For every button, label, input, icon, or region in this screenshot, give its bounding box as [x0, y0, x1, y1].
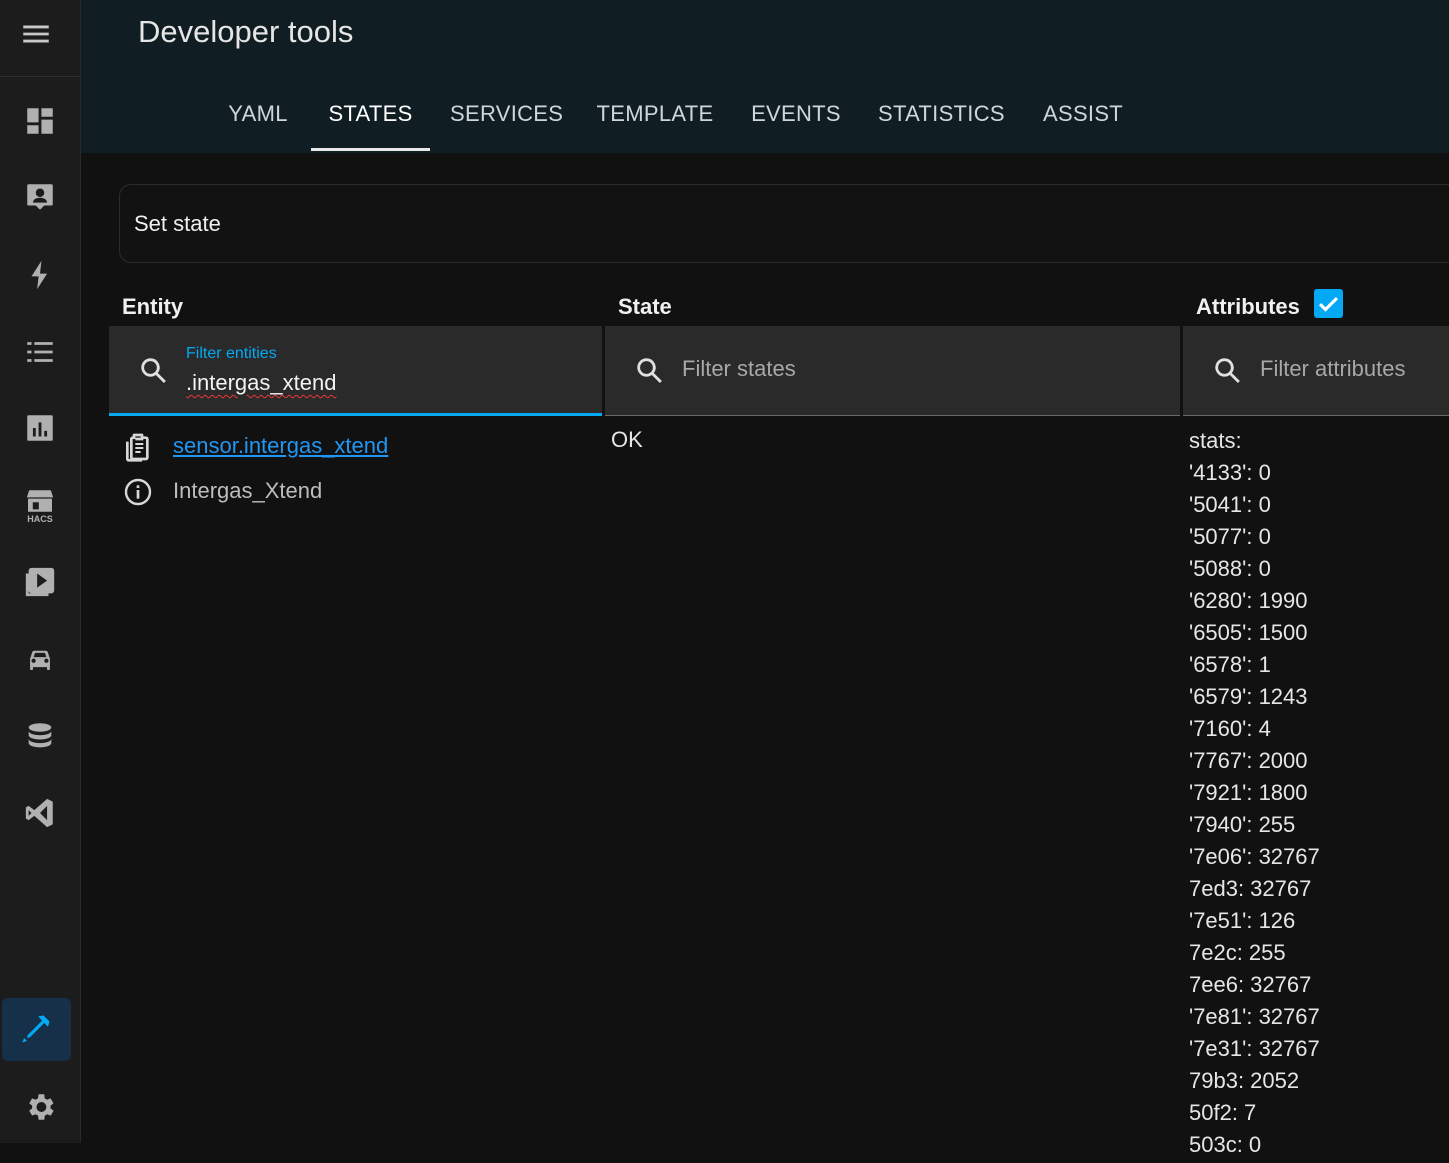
attribute-line: 7ed3: 32767 [1189, 876, 1312, 901]
attribute-line: '5077': 0 [1189, 524, 1271, 549]
sidebar-item-energy[interactable] [0, 243, 80, 307]
sidebar-item-history[interactable] [0, 396, 80, 460]
tab-yaml[interactable]: YAML [226, 96, 290, 153]
gear-icon [29, 1094, 54, 1120]
attribute-line: stats: [1189, 428, 1242, 453]
sidebar-item-settings[interactable] [0, 1075, 80, 1139]
hacs-icon [26, 489, 54, 512]
check-icon [1318, 296, 1339, 312]
logbook-icon [27, 342, 53, 362]
filter-entities-label: Filter entities [186, 345, 277, 362]
menu-icon [23, 25, 49, 43]
entity-friendly-name: Intergas_Xtend [173, 478, 323, 503]
column-header-attributes: Attributes [1196, 294, 1300, 319]
attribute-line: '5088': 0 [1189, 556, 1271, 581]
tab-events[interactable]: EVENTS [751, 96, 841, 153]
vscode-icon [25, 798, 53, 828]
car-icon [30, 650, 50, 670]
developer-tools-icon [22, 1015, 50, 1043]
filter-entities-field[interactable]: Filter entities .intergas_xtend [109, 326, 602, 416]
sidebar-item-overview[interactable] [0, 89, 80, 153]
attribute-line: '6505': 1500 [1189, 620, 1308, 645]
sidebar: HACS [0, 0, 81, 1143]
attribute-line: '5041': 0 [1189, 492, 1271, 517]
dashboard-icon [27, 108, 53, 134]
app-header: Developer tools YAML STATES SERVICES TEM… [81, 0, 1449, 153]
search-icon [637, 358, 662, 384]
attribute-line: '4133': 0 [1189, 460, 1271, 485]
sidebar-item-hacs[interactable]: HACS [0, 474, 80, 538]
filter-attributes-input[interactable]: Filter attributes [1260, 356, 1406, 382]
attribute-line: 7ee6: 32767 [1189, 972, 1312, 997]
column-header-state: State [618, 294, 672, 319]
attribute-line: '7e06': 32767 [1189, 844, 1320, 869]
set-state-card[interactable]: Set state [119, 184, 1449, 263]
entity-state-value: OK [611, 427, 643, 452]
info-icon[interactable] [122, 476, 154, 508]
sidebar-item-logbook[interactable] [0, 320, 80, 384]
attribute-line: '7940': 255 [1189, 812, 1296, 837]
entity-id-link[interactable]: sensor.intergas_xtend [173, 433, 388, 459]
filter-states-input[interactable]: Filter states [682, 356, 796, 382]
entity-attributes: stats: '4133': 0 '5041': 0 '5077': 0 '5088':… [1189, 427, 1449, 1163]
attribute-line: 7e2c: 255 [1189, 940, 1286, 965]
sidebar-item-database[interactable] [0, 704, 80, 768]
search-icon [141, 358, 166, 384]
search-icon [1215, 358, 1240, 384]
attribute-line: '6579': 1243 [1189, 684, 1308, 709]
attributes-checkbox[interactable] [1314, 289, 1343, 318]
page-title: Developer tools [138, 14, 354, 49]
sidebar-item-developer-tools[interactable] [2, 998, 71, 1061]
menu-button[interactable] [0, 0, 80, 77]
attribute-line: '7160': 4 [1189, 716, 1271, 741]
sidebar-item-car[interactable] [0, 628, 80, 692]
attribute-line: 503c: 0 [1189, 1132, 1262, 1157]
sidebar-item-media[interactable] [0, 550, 80, 614]
filter-attributes-field[interactable]: Filter attributes [1183, 326, 1449, 416]
filter-entities-input[interactable]: .intergas_xtend [186, 370, 336, 396]
clipboard-icon[interactable] [122, 431, 154, 463]
tab-statistics[interactable]: STATISTICS [878, 96, 1005, 153]
filter-states-field[interactable]: Filter states [605, 326, 1180, 416]
sidebar-item-vscode[interactable] [0, 781, 80, 845]
hacs-label: HACS [27, 513, 53, 524]
tab-states[interactable]: STATES [311, 96, 430, 153]
tab-template[interactable]: TEMPLATE [595, 96, 715, 153]
tab-services[interactable]: SERVICES [450, 96, 563, 153]
active-tab-indicator [311, 148, 430, 151]
attribute-line: '6280': 1990 [1189, 588, 1308, 613]
history-icon [27, 415, 53, 441]
attribute-line: '7e31': 32767 [1189, 1036, 1320, 1061]
tab-assist[interactable]: ASSIST [1043, 96, 1123, 153]
attribute-line: '7921': 1800 [1189, 780, 1308, 805]
attribute-line: '6578': 1 [1189, 652, 1271, 677]
attribute-line: '7767': 2000 [1189, 748, 1308, 773]
attribute-line: 79b3: 2052 [1189, 1068, 1300, 1093]
attribute-line: 50f2: 7 [1189, 1100, 1257, 1125]
set-state-title: Set state [134, 211, 221, 236]
media-icon [25, 567, 55, 597]
database-icon [28, 723, 52, 748]
column-header-entity: Entity [122, 294, 184, 319]
attribute-line: '7e81': 32767 [1189, 1004, 1320, 1029]
sidebar-item-map[interactable] [0, 165, 80, 229]
attribute-line: '7e51': 126 [1189, 908, 1296, 933]
account-box-icon [27, 184, 53, 210]
energy-icon [31, 260, 48, 290]
